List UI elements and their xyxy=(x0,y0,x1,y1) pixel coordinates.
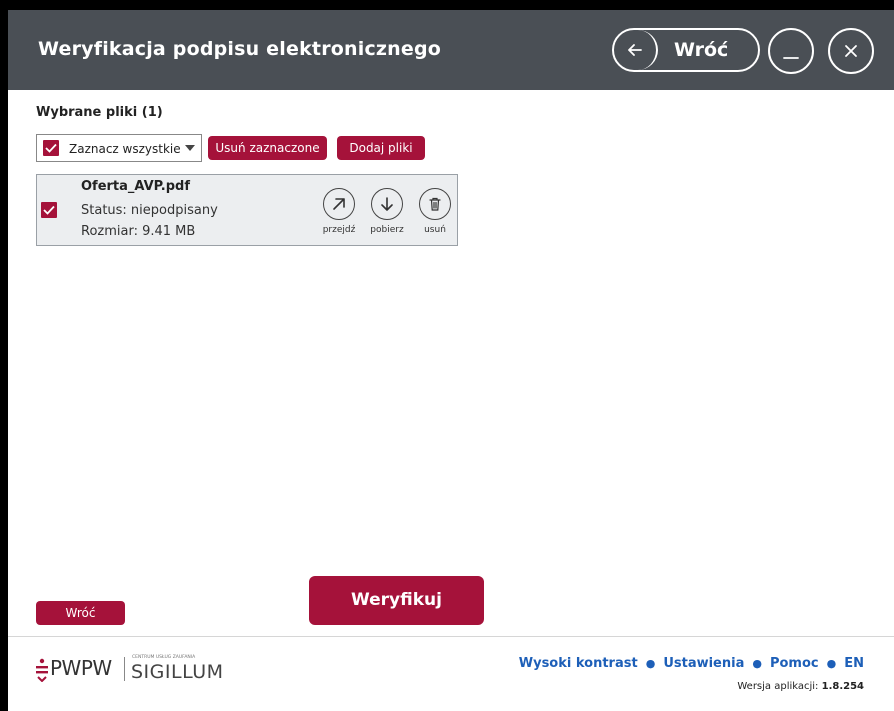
arrow-up-right-icon xyxy=(333,198,345,210)
page-title: Weryfikacja podpisu elektronicznego xyxy=(38,38,442,60)
remove-selected-button[interactable]: Usuń zaznaczone xyxy=(208,136,327,160)
logo-separator xyxy=(124,657,125,681)
app-version: Wersja aplikacji: 1.8.254 xyxy=(737,681,864,692)
footer-links: Wysoki kontrast ● Ustawienia ● Pomoc ● EN xyxy=(519,656,864,671)
select-all-label: Zaznacz wszystkie xyxy=(69,142,181,156)
minimize-icon xyxy=(783,57,799,59)
file-item: Oferta_AVP.pdf Status: niepodpisany Rozm… xyxy=(36,174,458,246)
verify-button[interactable]: Weryfikuj xyxy=(309,576,484,625)
arrow-down-icon xyxy=(381,197,393,211)
header-back-label: Wróć xyxy=(674,39,729,61)
remove-file-label: usuń xyxy=(424,225,446,235)
header-bar: Weryfikacja podpisu elektronicznego Wróć xyxy=(8,10,894,90)
header-back-button[interactable]: Wróć xyxy=(612,28,760,72)
select-all-dropdown[interactable]: Zaznacz wszystkie xyxy=(36,134,202,162)
logo-sigillum-text: SIGILLUM xyxy=(131,661,224,683)
separator-dot: ● xyxy=(645,657,656,670)
back-button[interactable]: Wróć xyxy=(36,601,125,625)
minimize-button[interactable] xyxy=(768,28,814,74)
remove-file-button[interactable] xyxy=(419,188,451,220)
add-files-button[interactable]: Dodaj pliki xyxy=(337,136,425,160)
pwpw-mark-icon xyxy=(36,658,48,682)
check-icon xyxy=(43,205,55,215)
close-button[interactable] xyxy=(828,28,874,74)
settings-link[interactable]: Ustawienia xyxy=(663,656,744,671)
arrow-left-icon xyxy=(614,30,658,70)
logo-small-text: CENTRUM USŁUG ZAUFANIA xyxy=(132,655,196,660)
version-value: 1.8.254 xyxy=(821,681,864,692)
file-status: Status: niepodpisany xyxy=(81,203,218,218)
open-file-button[interactable] xyxy=(323,188,355,220)
help-link[interactable]: Pomoc xyxy=(770,656,819,671)
caret-down-icon xyxy=(185,145,195,151)
footer-divider xyxy=(8,636,894,637)
close-icon xyxy=(845,45,857,57)
select-all-checkbox[interactable] xyxy=(43,140,59,156)
trash-icon xyxy=(429,197,441,211)
version-label: Wersja aplikacji: xyxy=(737,681,819,692)
files-section-title-text: Wybrane pliki xyxy=(36,105,138,120)
separator-dot: ● xyxy=(826,657,837,670)
file-name: Oferta_AVP.pdf xyxy=(81,179,191,194)
download-file-button[interactable] xyxy=(371,188,403,220)
open-file-label: przejdź xyxy=(322,225,356,235)
high-contrast-link[interactable]: Wysoki kontrast xyxy=(519,656,638,671)
language-link[interactable]: EN xyxy=(844,656,864,671)
download-file-label: pobierz xyxy=(370,225,404,235)
pwpw-sigillum-logo: PWPW CENTRUM USŁUG ZAUFANIA SIGILLUM xyxy=(36,654,236,686)
files-count: (1) xyxy=(141,105,163,120)
check-icon xyxy=(45,143,57,153)
logo-pwpw-text: PWPW xyxy=(50,656,112,680)
file-checkbox[interactable] xyxy=(41,202,57,218)
app-window: Weryfikacja podpisu elektronicznego Wróć… xyxy=(8,10,894,711)
separator-dot: ● xyxy=(752,657,762,670)
files-section-title: Wybrane pliki (1) xyxy=(36,105,163,120)
file-size: Rozmiar: 9.41 MB xyxy=(81,224,196,239)
